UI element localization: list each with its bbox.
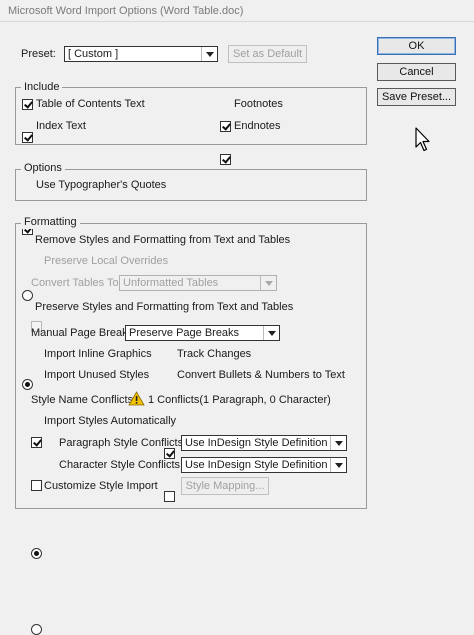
convert-bullets-checkbox[interactable] bbox=[164, 491, 175, 502]
endnotes-checkbox[interactable] bbox=[220, 154, 231, 165]
remove-styles-radio[interactable] bbox=[22, 290, 33, 301]
import-auto-label: Import Styles Automatically bbox=[44, 415, 177, 427]
preset-select[interactable]: [ Custom ] bbox=[64, 46, 218, 62]
preset-label: Preset: bbox=[21, 48, 56, 60]
convert-tables-value: Unformatted Tables bbox=[123, 277, 219, 289]
set-as-default-button[interactable]: Set as Default bbox=[228, 45, 307, 63]
convert-tables-label: Convert Tables To: bbox=[31, 277, 122, 289]
customize-import-label: Customize Style Import bbox=[44, 480, 158, 492]
preserve-styles-radio[interactable] bbox=[22, 379, 33, 390]
chevron-down-icon bbox=[260, 276, 276, 290]
index-label: Index Text bbox=[36, 120, 86, 132]
index-checkbox[interactable] bbox=[22, 132, 33, 143]
chevron-down-icon bbox=[263, 326, 279, 340]
inline-graphics-label: Import Inline Graphics bbox=[44, 348, 152, 360]
import-auto-radio[interactable] bbox=[31, 548, 42, 559]
page-breaks-select[interactable]: Preserve Page Breaks bbox=[125, 325, 280, 341]
preserve-styles-label: Preserve Styles and Formatting from Text… bbox=[35, 301, 294, 313]
unused-styles-label: Import Unused Styles bbox=[44, 369, 150, 381]
page-breaks-value: Preserve Page Breaks bbox=[129, 327, 240, 339]
chevron-down-icon bbox=[201, 47, 217, 61]
preset-value: [ Custom ] bbox=[68, 48, 119, 60]
preserve-overrides-label: Preserve Local Overrides bbox=[44, 255, 169, 267]
style-mapping-button[interactable]: Style Mapping... bbox=[181, 477, 269, 495]
character-conflicts-value: Use InDesign Style Definition bbox=[185, 459, 328, 471]
endnotes-label: Endnotes bbox=[234, 120, 281, 132]
remove-styles-label: Remove Styles and Formatting from Text a… bbox=[35, 234, 291, 246]
toc-label: Table of Contents Text bbox=[36, 98, 145, 110]
ok-button[interactable]: OK bbox=[377, 37, 456, 55]
include-group bbox=[15, 87, 367, 145]
toc-checkbox[interactable] bbox=[22, 99, 33, 110]
formatting-title: Formatting bbox=[21, 216, 80, 229]
customize-import-radio[interactable] bbox=[31, 624, 42, 635]
footnotes-checkbox[interactable] bbox=[220, 121, 231, 132]
include-title: Include bbox=[21, 81, 63, 94]
paragraph-conflicts-value: Use InDesign Style Definition bbox=[185, 437, 328, 449]
cancel-button[interactable]: Cancel bbox=[377, 63, 456, 81]
window-title: Microsoft Word Import Options (Word Tabl… bbox=[0, 0, 474, 22]
character-conflicts-label: Character Style Conflicts: bbox=[59, 459, 184, 471]
page-breaks-label: Manual Page Breaks: bbox=[31, 327, 137, 339]
unused-styles-checkbox[interactable] bbox=[31, 480, 42, 491]
save-preset-button[interactable]: Save Preset... bbox=[377, 88, 456, 106]
typographers-quotes-label: Use Typographer's Quotes bbox=[36, 179, 167, 191]
character-conflicts-select[interactable]: Use InDesign Style Definition bbox=[181, 457, 347, 473]
footnotes-label: Footnotes bbox=[234, 98, 283, 110]
style-conflicts-value: 1 Conflicts(1 Paragraph, 0 Character) bbox=[148, 394, 331, 406]
inline-graphics-checkbox[interactable] bbox=[31, 437, 42, 448]
paragraph-conflicts-label: Paragraph Style Conflicts: bbox=[59, 437, 187, 449]
style-conflicts-label: Style Name Conflicts: bbox=[31, 394, 137, 406]
paragraph-conflicts-select[interactable]: Use InDesign Style Definition bbox=[181, 435, 347, 451]
options-title: Options bbox=[21, 162, 65, 175]
convert-bullets-label: Convert Bullets & Numbers to Text bbox=[177, 369, 345, 381]
convert-tables-select[interactable]: Unformatted Tables bbox=[119, 275, 277, 291]
mouse-cursor-icon bbox=[415, 127, 430, 152]
chevron-down-icon bbox=[330, 436, 346, 450]
track-changes-label: Track Changes bbox=[177, 348, 252, 360]
warning-icon bbox=[128, 391, 145, 406]
chevron-down-icon bbox=[330, 458, 346, 472]
